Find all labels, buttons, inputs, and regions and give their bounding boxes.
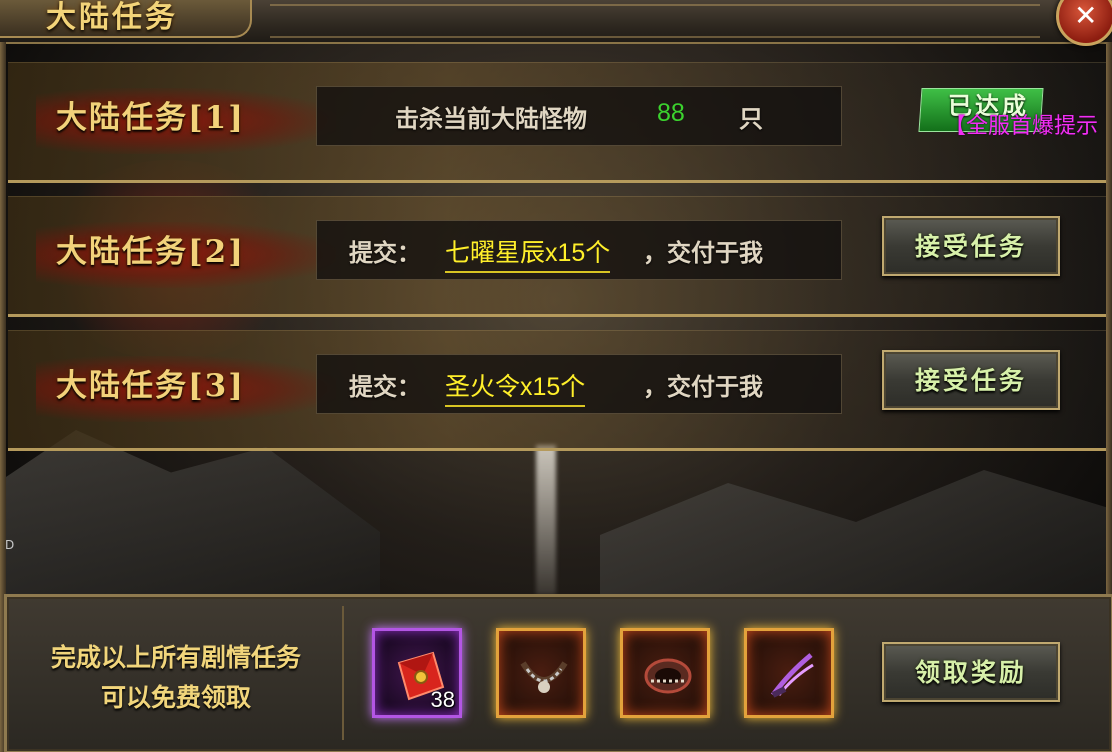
reward-slot-3[interactable] (620, 628, 710, 718)
task-label: 大陆任务[3] (56, 368, 245, 404)
task-description-text: 提交： (349, 373, 421, 401)
reward-count: 38 (430, 687, 455, 712)
task-description-text: 击杀当前大陆怪物 (395, 105, 587, 133)
reward-description: 完成以上所有剧情任务 可以免费领取 (16, 638, 336, 718)
task-description-box: 提交： 七曜星辰x15个 ，交付于我 (316, 220, 842, 280)
task-label: 大陆任务[2] (56, 234, 245, 270)
task-row-3: 大陆任务[3] 提交： 圣火令x15个 ，交付于我 接受任务 (8, 330, 1106, 451)
reward-slot-1[interactable]: 38 (372, 628, 462, 718)
task-label: 大陆任务[1] (56, 100, 245, 136)
reward-slot-2[interactable] (496, 628, 586, 718)
accept-task-button-label: 接受任务 (914, 232, 1027, 261)
window-title: 大陆任务 (46, 0, 178, 35)
side-marker: D (5, 538, 15, 552)
task-description-suffix: ，交付于我 (643, 373, 763, 401)
accept-task-button-label: 接受任务 (914, 366, 1027, 395)
bracelet-icon (644, 658, 692, 694)
footer-divider (342, 606, 344, 740)
reward-description-line-1: 完成以上所有剧情任务 (50, 643, 301, 672)
required-item-link[interactable]: 圣火令x15个 (445, 367, 586, 407)
background-rocks-right (600, 470, 1112, 600)
continent-task-panel: 大陆任务 ✕ 大陆任务[1] 击杀当前大陆怪物 88 只 已达成 【全服首爆提示… (0, 0, 1112, 752)
reward-slot-4[interactable] (744, 628, 834, 718)
task-description-box: 击杀当前大陆怪物 88 只 (316, 86, 842, 146)
server-first-drop-notice[interactable]: 【全服首爆提示 (944, 108, 1098, 140)
accept-task-button[interactable]: 接受任务 (882, 216, 1060, 276)
close-icon: ✕ (1074, 0, 1098, 32)
claim-reward-button-label: 领取奖励 (914, 658, 1027, 687)
background-light-beam (536, 445, 556, 595)
accept-task-button[interactable]: 接受任务 (882, 350, 1060, 410)
task-row-2: 大陆任务[2] 提交： 七曜星辰x15个 ，交付于我 接受任务 (8, 196, 1106, 317)
task-description-unit: 只 (739, 105, 763, 133)
reward-description-line-2: 可以免费领取 (100, 683, 251, 712)
kill-count: 88 (657, 99, 685, 127)
title-ornament (270, 4, 1040, 38)
required-item-link[interactable]: 七曜星辰x15个 (445, 233, 611, 273)
claim-reward-button[interactable]: 领取奖励 (882, 642, 1060, 702)
task-description-box: 提交： 圣火令x15个 ，交付于我 (316, 354, 842, 414)
claw-weapon-icon (770, 653, 814, 698)
task-description-suffix: ，交付于我 (643, 239, 763, 267)
task-description-text: 提交： (349, 239, 421, 267)
necklace-icon (520, 661, 568, 693)
background-rocks-left (0, 430, 380, 600)
